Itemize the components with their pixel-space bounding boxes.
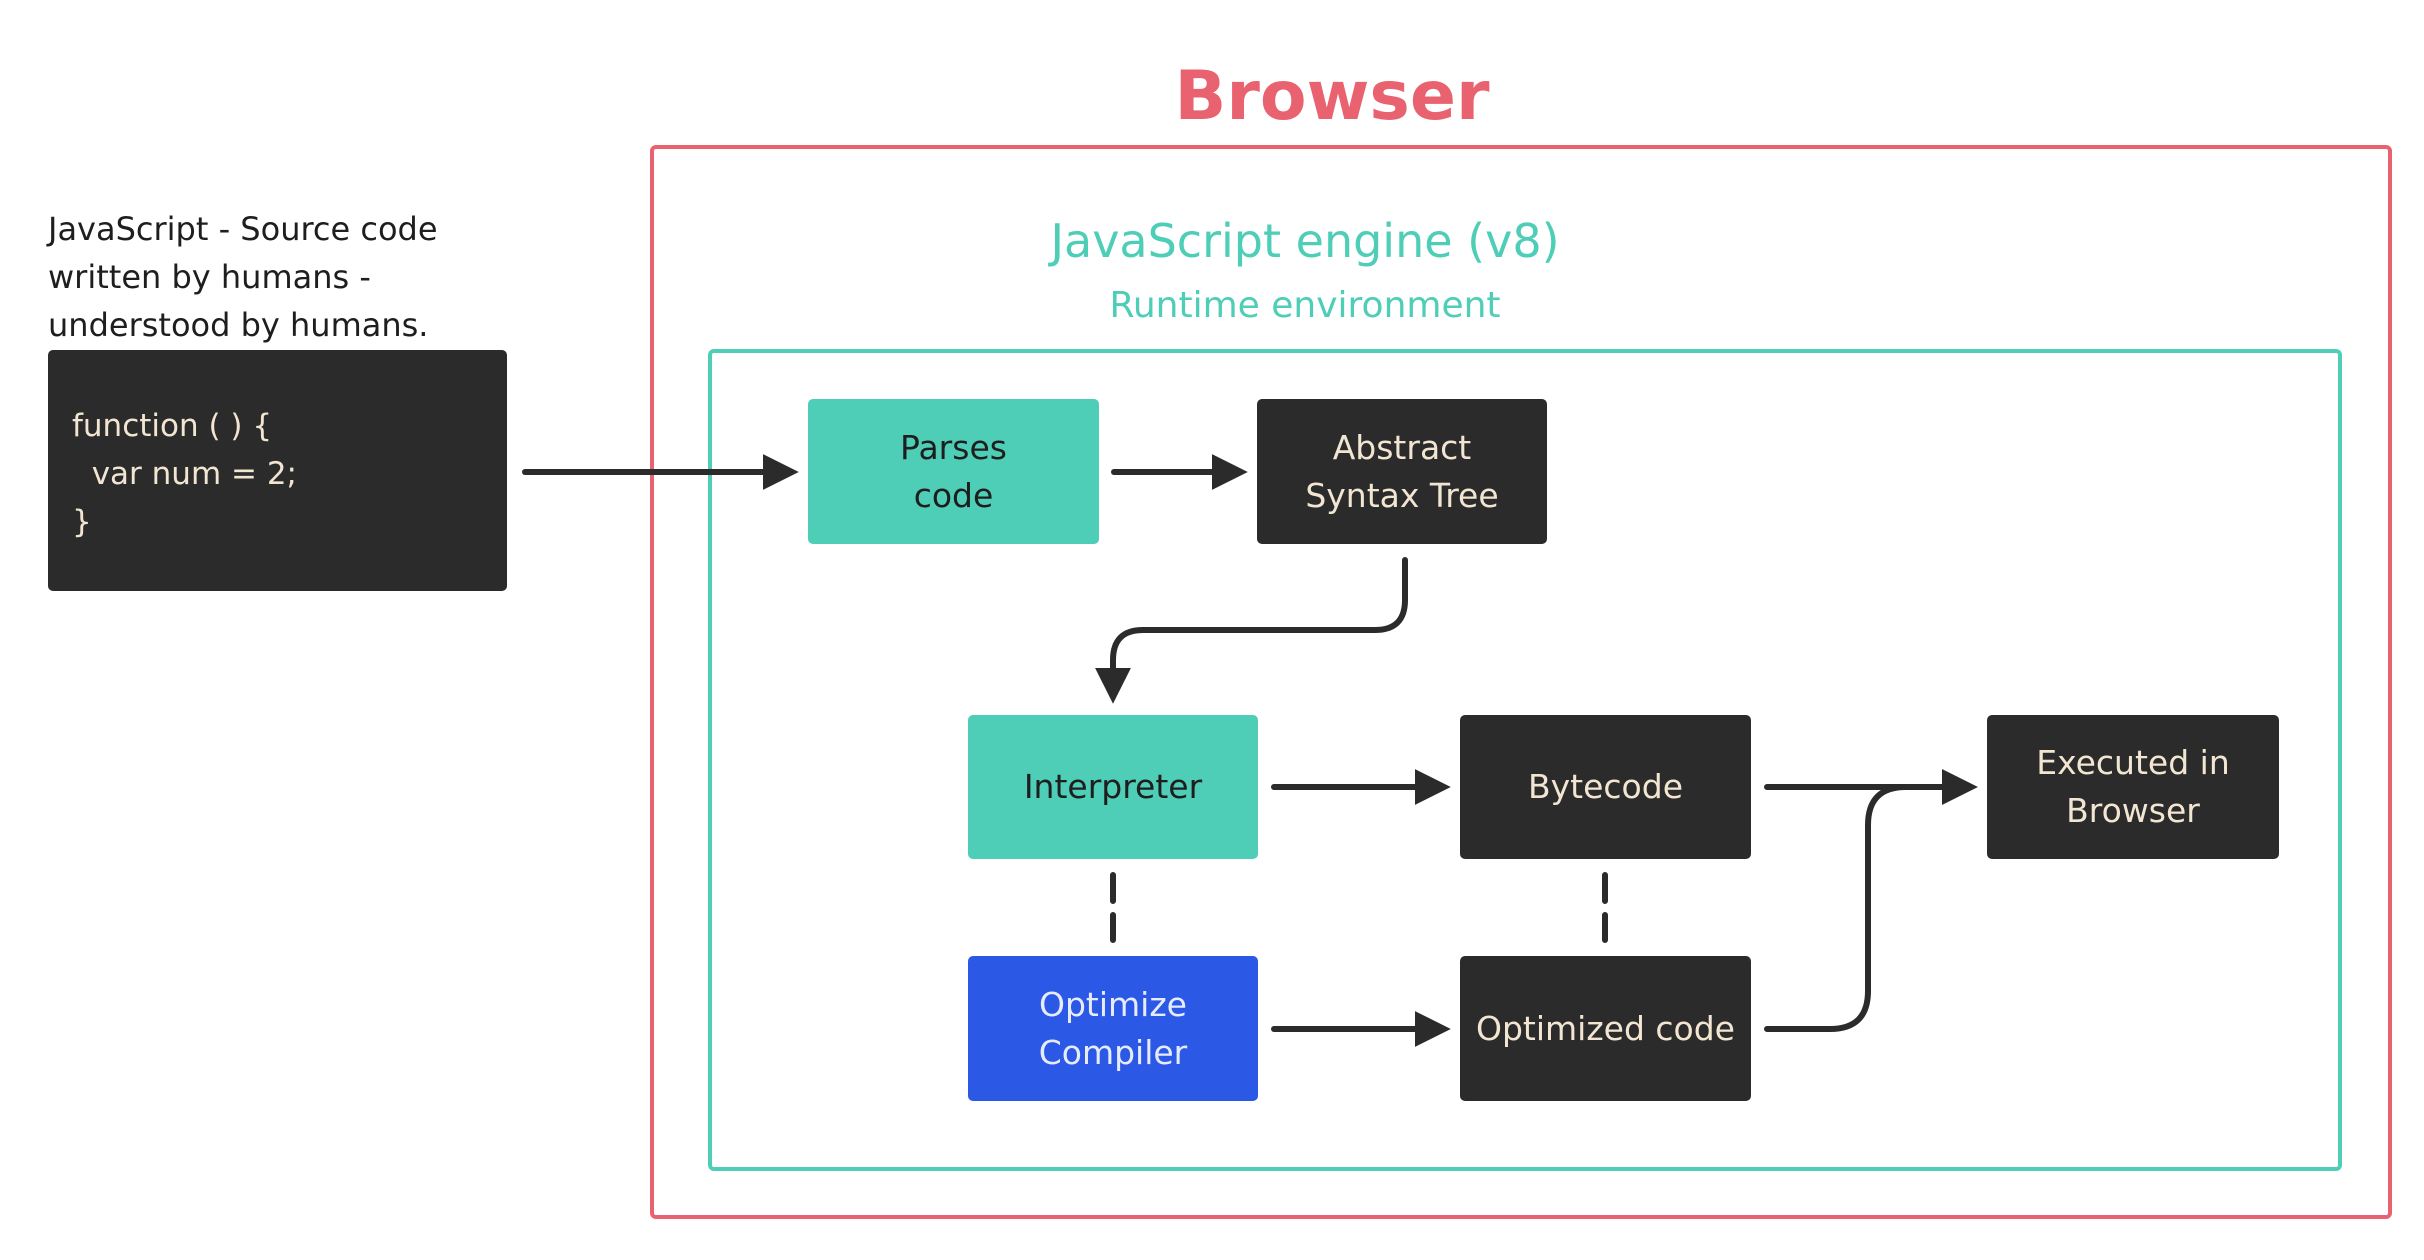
engine-subtitle: Runtime environment [1109,285,1501,326]
optimize-compiler-label: Optimize Compiler [1038,984,1188,1072]
abstract-syntax-tree-label: Abstract Syntax Tree [1305,427,1499,515]
executed-in-browser-node: Executed in Browser [1987,715,2279,859]
interpreter-node: Interpreter [968,715,1258,859]
source-caption: JavaScript - Source code written by huma… [48,205,528,355]
optimized-code-node: Optimized code [1460,956,1751,1101]
executed-in-browser-label: Executed in Browser [2036,743,2230,830]
source-caption-line: written by humans - [48,258,371,296]
source-caption-line: understood by humans. [48,306,429,344]
code-line: } [72,504,92,540]
code-line: var num = 2; [72,456,297,492]
interpreter-label: Interpreter [1023,767,1203,806]
source-caption-line: JavaScript - Source code [48,210,438,248]
bytecode-label: Bytecode [1528,767,1683,806]
optimized-code-label: Optimized code [1476,1008,1735,1048]
browser-title: Browser [1174,57,1490,136]
source-code-block: function ( ) { var num = 2; } [48,350,507,591]
parses-code-node: Parses code [808,399,1099,544]
code-line: function ( ) { [72,408,273,444]
abstract-syntax-tree-node: Abstract Syntax Tree [1257,399,1547,544]
parses-code-label: Parses code [900,427,1007,515]
bytecode-node: Bytecode [1460,715,1751,859]
optimize-compiler-node: Optimize Compiler [968,956,1258,1101]
engine-title: JavaScript engine (v8) [1050,214,1560,268]
